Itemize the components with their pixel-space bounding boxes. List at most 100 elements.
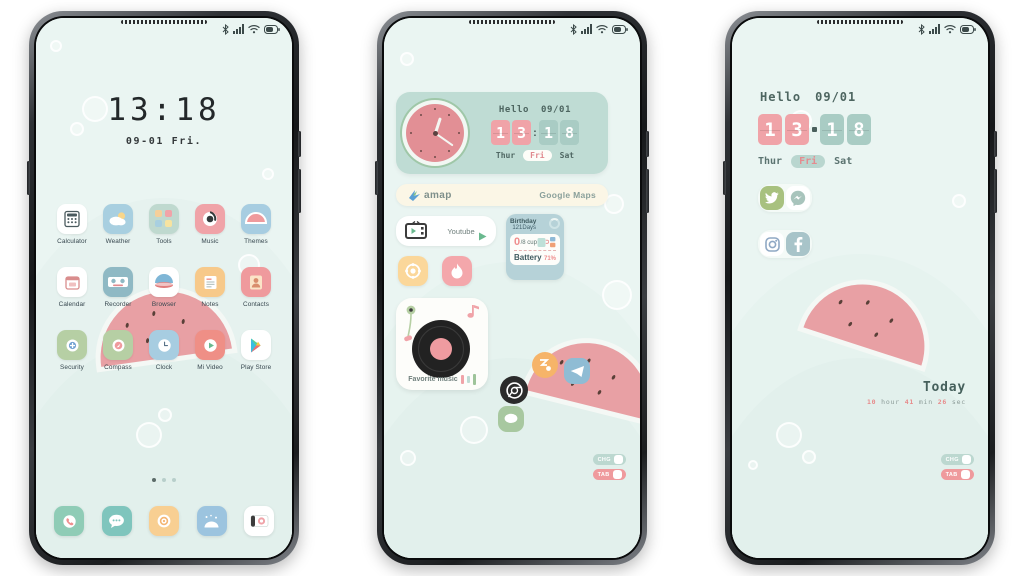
app-clock[interactable]: Clock — [144, 330, 184, 371]
left-side-button[interactable] — [375, 161, 378, 195]
flip-digit-4: 8 — [560, 120, 579, 145]
tools-folder-icon — [155, 210, 172, 227]
tab-badge[interactable]: TAB — [592, 469, 626, 480]
clock-icon — [157, 338, 171, 352]
app-notes[interactable]: Notes — [190, 267, 230, 308]
app-contacts[interactable]: Contacts — [236, 267, 276, 308]
date-text: 09/01 — [815, 90, 857, 104]
flip-clock[interactable]: 1 3 1 8 — [758, 114, 871, 145]
app-weather[interactable]: Weather — [98, 204, 138, 245]
tinder-shortcut[interactable] — [442, 256, 472, 286]
power-button[interactable] — [298, 169, 301, 213]
app-compass[interactable]: Compass — [98, 330, 138, 371]
music-widget[interactable]: Favorite music — [396, 298, 488, 390]
greeting-row: Hello 09/01 — [760, 90, 856, 104]
volume-up-button[interactable] — [994, 131, 997, 157]
app-label: Notes — [201, 301, 219, 308]
volume-up-button[interactable] — [646, 131, 649, 157]
app-label: Recorder — [104, 301, 132, 308]
app-mi-video[interactable]: Mi Video — [190, 330, 230, 371]
gallery-icon — [204, 514, 219, 527]
app-themes[interactable]: Themes — [236, 204, 276, 245]
app-recorder[interactable]: Recorder — [98, 267, 138, 308]
dock-messages[interactable] — [101, 506, 132, 536]
instagram-shortcut[interactable] — [760, 232, 784, 256]
facebook-shortcut[interactable] — [786, 232, 810, 256]
app-calculator[interactable]: Calculator — [52, 204, 92, 245]
tab-badge[interactable]: TAB — [940, 469, 974, 480]
chrome-shortcut[interactable] — [500, 376, 528, 404]
clock-widget[interactable]: Hello 09/01 1 3 : 1 8 Thur Fri Sat — [396, 92, 608, 174]
orange-app-icon — [539, 358, 551, 371]
app-browser[interactable]: Browser — [144, 267, 184, 308]
power-button[interactable] — [646, 169, 649, 213]
telegram-shortcut[interactable] — [564, 358, 590, 384]
decor-bubble — [262, 168, 274, 180]
google-maps-label[interactable]: Google Maps — [539, 190, 596, 200]
battery-label: Battery — [514, 253, 542, 262]
phone-2-bezel: Hello 09/01 1 3 : 1 8 Thur Fri Sat amap … — [382, 16, 642, 560]
battery-icon — [612, 24, 628, 34]
dock-camera[interactable] — [244, 506, 274, 536]
orange-app-shortcut[interactable] — [532, 352, 558, 378]
app-security[interactable]: Security — [52, 330, 92, 371]
amap-entry[interactable]: amap — [408, 189, 452, 202]
left-side-button[interactable] — [27, 161, 30, 195]
panel-divider — [514, 250, 556, 251]
today-duration: 10 hour 41 min 26 sec — [867, 398, 966, 406]
day-fri-active: Fri — [523, 150, 552, 161]
twitter-icon — [765, 192, 779, 204]
page-dot-2[interactable] — [162, 478, 166, 482]
today-widget[interactable]: Today 10 hour 41 min 26 sec — [867, 380, 966, 406]
page-dot-3[interactable] — [172, 478, 176, 482]
today-seconds-unit: sec — [951, 398, 966, 406]
day-thur: Thur — [495, 151, 516, 160]
birthday-header: Birthday 121Days — [510, 218, 560, 231]
app-label: Browser — [151, 301, 177, 308]
dock-gallery[interactable] — [196, 506, 227, 536]
youtube-icon — [405, 221, 427, 239]
youtube-widget[interactable]: Youtube — [396, 216, 496, 246]
app-tools[interactable]: Tools — [144, 204, 184, 245]
chg-badge[interactable]: CHG — [940, 454, 974, 465]
green-app-shortcut[interactable] — [498, 406, 524, 432]
facebook-icon — [794, 236, 803, 252]
tab-badge-box — [960, 470, 970, 479]
tab-badge-label: TAB — [945, 471, 958, 478]
flip-digit-3: 1 — [539, 120, 558, 145]
app-label: Play Store — [240, 364, 272, 371]
greeting-text: Hello — [498, 105, 529, 115]
volume-up-button[interactable] — [298, 131, 301, 157]
app-calendar[interactable]: Calendar — [52, 267, 92, 308]
messenger-shortcut[interactable] — [786, 186, 810, 210]
wifi-icon — [248, 25, 260, 34]
dock-phone[interactable] — [54, 506, 84, 536]
decor-bubble — [400, 450, 416, 466]
chg-badge[interactable]: CHG — [592, 454, 626, 465]
dock-settings[interactable] — [149, 506, 179, 536]
time-separator — [812, 127, 817, 132]
page-dot-1[interactable] — [152, 478, 156, 482]
water-count: 0 — [514, 236, 521, 248]
browser-icon — [155, 274, 173, 288]
power-button[interactable] — [994, 169, 997, 213]
phone-3-screen: Hello 09/01 1 3 1 8 Thur Fri Sat Today 1… — [732, 18, 988, 558]
settings-shortcut[interactable] — [398, 256, 428, 286]
app-label: Calendar — [58, 301, 86, 308]
left-side-button[interactable] — [723, 161, 726, 195]
time-separator: : — [533, 126, 537, 139]
app-label: Clock — [155, 364, 173, 371]
flip-digit-2: 3 — [785, 114, 809, 145]
phone-3: Hello 09/01 1 3 1 8 Thur Fri Sat Today 1… — [723, 11, 997, 565]
clock-center-pin — [432, 130, 438, 136]
page-indicator[interactable] — [36, 478, 292, 482]
app-play-store[interactable]: Play Store — [236, 330, 276, 371]
app-music[interactable]: Music — [190, 204, 230, 245]
wifi-icon — [596, 25, 608, 34]
twitter-shortcut[interactable] — [760, 186, 784, 210]
decor-bubble — [952, 194, 966, 208]
maps-widget[interactable]: amap Google Maps — [396, 184, 608, 206]
play-icon[interactable] — [477, 231, 488, 242]
birthday-battery-widget[interactable]: Birthday 121Days 0 /8 cup Battery 71% — [506, 214, 564, 280]
play-store-icon — [250, 338, 261, 352]
